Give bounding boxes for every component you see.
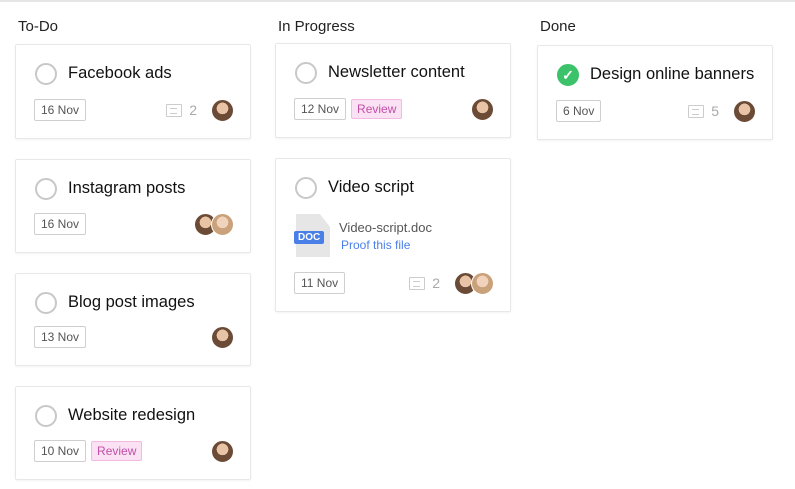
complete-checkbox[interactable] — [35, 178, 57, 200]
due-date[interactable]: 6 Nov — [556, 100, 602, 122]
card-footer: 16 Nov — [34, 212, 234, 236]
task-card[interactable]: Instagram posts 16 Nov — [15, 159, 251, 253]
assignees — [194, 212, 234, 236]
due-date[interactable]: 13 Nov — [34, 326, 87, 348]
column-header: In Progress — [278, 18, 355, 35]
task-title[interactable]: Newsletter content — [328, 63, 465, 82]
assignees — [211, 439, 234, 463]
avatar[interactable] — [211, 439, 234, 463]
comments-count[interactable]: 2 — [409, 275, 440, 291]
task-card[interactable]: Video script DOC Video-script.doc Proof thi… — [275, 158, 511, 312]
comment-count: 2 — [432, 275, 440, 291]
task-card[interactable]: Blog post images 13 Nov — [15, 273, 251, 366]
due-date[interactable]: 11 Nov — [294, 272, 346, 294]
task-title[interactable]: Website redesign — [68, 406, 195, 425]
avatar[interactable] — [471, 271, 494, 295]
task-card[interactable]: Website redesign 10 Nov Review — [15, 386, 251, 480]
due-date[interactable]: 12 Nov — [294, 98, 347, 120]
comment-icon — [409, 276, 426, 290]
task-card[interactable]: ✓ Design online banners 6 Nov 5 — [537, 45, 773, 140]
avatar[interactable] — [211, 98, 234, 122]
assignees — [211, 325, 234, 349]
avatar[interactable] — [733, 99, 756, 123]
file-name[interactable]: Video-script.doc — [339, 220, 432, 235]
comment-icon — [166, 103, 183, 117]
complete-checkbox[interactable] — [35, 405, 57, 427]
status-badge: Review — [351, 99, 403, 119]
task-card[interactable]: Facebook ads 16 Nov 2 — [15, 44, 251, 139]
completed-check-icon[interactable]: ✓ — [557, 64, 579, 86]
complete-checkbox[interactable] — [35, 63, 57, 85]
file-type-label: DOC — [294, 231, 325, 244]
card-footer: 11 Nov 2 — [294, 271, 494, 295]
assignees — [733, 99, 756, 123]
avatar[interactable] — [211, 325, 234, 349]
assignees — [454, 271, 494, 295]
complete-checkbox[interactable] — [35, 292, 57, 314]
attachment[interactable]: DOC Video-script.doc Proof this file — [294, 214, 494, 259]
card-footer: 13 Nov — [34, 325, 234, 349]
column-header: Done — [540, 18, 576, 35]
avatar[interactable] — [471, 97, 494, 121]
column-header: To-Do — [18, 18, 59, 35]
due-date[interactable]: 16 Nov — [34, 99, 87, 121]
task-title[interactable]: Instagram posts — [68, 179, 185, 198]
task-title[interactable]: Video script — [328, 178, 414, 197]
card-footer: 12 Nov Review — [294, 97, 494, 121]
card-footer: 10 Nov Review — [34, 439, 234, 463]
assignees — [211, 98, 234, 122]
comment-count: 5 — [711, 103, 719, 119]
card-footer: 6 Nov 5 — [556, 99, 756, 123]
card-footer: 16 Nov 2 — [34, 98, 234, 122]
task-card[interactable]: Newsletter content 12 Nov Review — [275, 43, 511, 138]
task-title[interactable]: Blog post images — [68, 293, 195, 312]
comment-count: 2 — [189, 102, 197, 118]
status-badge: Review — [91, 441, 143, 461]
due-date[interactable]: 10 Nov — [34, 440, 87, 462]
complete-checkbox[interactable] — [295, 177, 317, 199]
due-date[interactable]: 16 Nov — [34, 213, 87, 235]
task-title[interactable]: Design online banners — [590, 65, 754, 84]
comment-icon — [688, 104, 705, 118]
task-title[interactable]: Facebook ads — [68, 64, 172, 83]
assignees — [471, 97, 494, 121]
comments-count[interactable]: 2 — [166, 102, 197, 118]
comments-count[interactable]: 5 — [688, 103, 719, 119]
avatar[interactable] — [211, 212, 234, 236]
proof-file-link[interactable]: Proof this file — [341, 238, 410, 252]
complete-checkbox[interactable] — [295, 62, 317, 84]
